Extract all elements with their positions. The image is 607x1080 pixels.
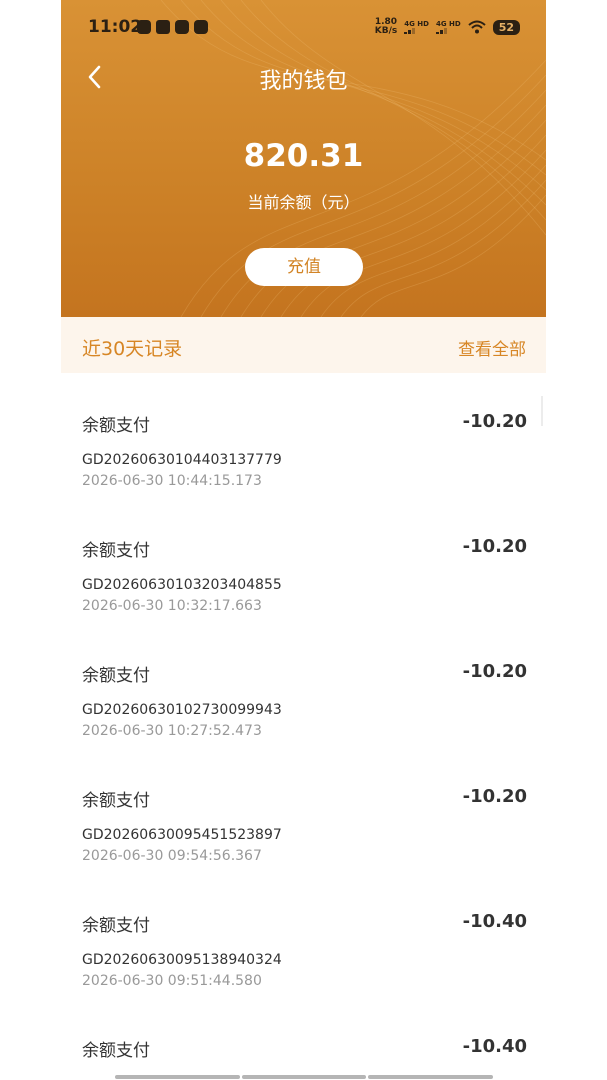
list-item[interactable]: 余额支付 -10.20 GD20260630102730099943 2026-… <box>61 623 546 748</box>
status-time: 11:02 <box>88 17 143 37</box>
record-amount: -10.40 <box>462 1036 527 1057</box>
recharge-button[interactable]: 充值 <box>245 248 363 286</box>
record-amount: -10.40 <box>462 911 527 932</box>
record-amount: -10.20 <box>462 661 527 682</box>
record-amount: -10.20 <box>462 411 527 432</box>
record-type: 余额支付 <box>82 416 150 436</box>
record-order-number: GD20260630095138940324 <box>82 952 282 968</box>
record-order-number: GD20260630102730099943 <box>82 702 282 718</box>
page-title: 我的钱包 <box>259 69 348 94</box>
balance-label: 当前余额（元） <box>247 193 360 212</box>
app-notification-icon <box>175 20 189 34</box>
signal-sim1-icon: 4G HD <box>404 20 429 34</box>
balance-amount: 820.31 <box>243 138 364 174</box>
list-item[interactable]: 余额支付 -10.20 GD20260630104403137779 2026-… <box>61 373 546 498</box>
wallet-header: 11:02 1.80 KB/s 4G HD 4G HD 52 我的钱包 820.… <box>61 0 546 317</box>
record-type: 余额支付 <box>82 541 150 561</box>
records-title: 近30天记录 <box>82 338 183 360</box>
signal-sim2-label: 4G HD <box>435 20 461 28</box>
records-header: 近30天记录 查看全部 <box>61 317 546 373</box>
records-list: 余额支付 -10.20 GD20260630104403137779 2026-… <box>61 373 546 1080</box>
record-amount: -10.20 <box>462 536 527 557</box>
view-all-link[interactable]: 查看全部 <box>458 335 526 360</box>
notification-icons <box>137 20 208 34</box>
list-item[interactable]: 余额支付 -10.20 GD20260630103203404855 2026-… <box>61 498 546 623</box>
app-notification-icon-2 <box>194 20 208 34</box>
record-order-number: GD20260630095451523897 <box>82 827 282 843</box>
home-indicator <box>115 1075 494 1079</box>
record-time: 2026-06-30 10:32:17.663 <box>82 598 262 614</box>
record-time: 2026-06-30 09:54:56.367 <box>82 848 262 864</box>
record-amount: -10.20 <box>462 786 527 807</box>
record-order-number: GD20260630104403137779 <box>82 452 282 468</box>
wallet-screen: 11:02 1.80 KB/s 4G HD 4G HD 52 我的钱包 820.… <box>61 0 546 1080</box>
record-type: 余额支付 <box>82 666 150 686</box>
record-order-number: GD20260630103203404855 <box>82 577 282 593</box>
signal-sim1-label: 4G HD <box>404 20 429 28</box>
record-type: 余额支付 <box>82 1041 150 1061</box>
record-type: 余额支付 <box>82 791 150 811</box>
record-type: 余额支付 <box>82 916 150 936</box>
chat-notification-icon <box>137 20 151 34</box>
list-item[interactable]: 余额支付 -10.40 <box>61 998 546 1080</box>
network-speed: 1.80 KB/s <box>375 18 397 36</box>
wifi-icon <box>468 20 486 34</box>
video-notification-icon <box>156 20 170 34</box>
record-time: 2026-06-30 10:44:15.173 <box>82 473 262 489</box>
record-time: 2026-06-30 09:51:44.580 <box>82 973 262 989</box>
record-time: 2026-06-30 10:27:52.473 <box>82 723 262 739</box>
status-right-group: 1.80 KB/s 4G HD 4G HD 52 <box>375 18 520 36</box>
signal-sim2-icon: 4G HD <box>435 20 461 34</box>
list-item[interactable]: 余额支付 -10.20 GD20260630095451523897 2026-… <box>61 748 546 873</box>
list-item[interactable]: 余额支付 -10.40 GD20260630095138940324 2026-… <box>61 873 546 998</box>
network-speed-unit: KB/s <box>374 26 398 36</box>
battery-indicator: 52 <box>492 19 520 35</box>
status-bar: 11:02 1.80 KB/s 4G HD 4G HD 52 <box>61 0 546 56</box>
